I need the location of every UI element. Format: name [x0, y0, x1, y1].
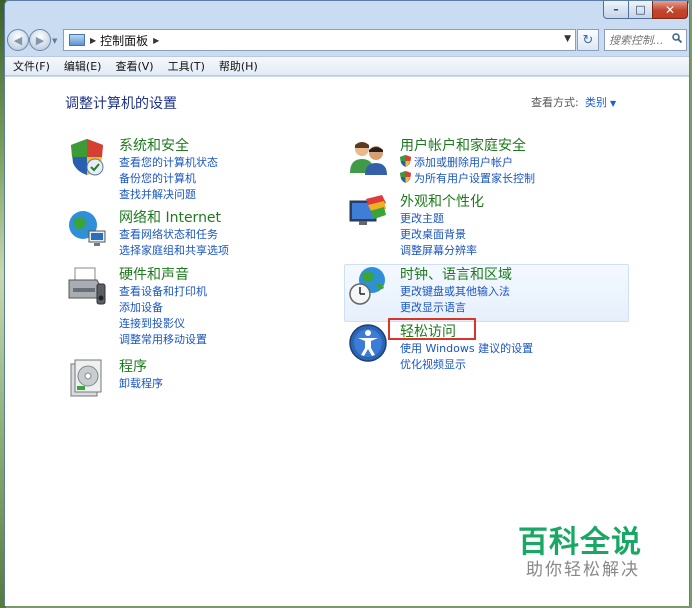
link-homegroup[interactable]: 选择家庭组和共享选项 [119, 242, 229, 258]
address-bar[interactable]: ▶ 控制面板 ▶ ▼ [63, 29, 576, 51]
category-title[interactable]: 程序 [119, 356, 147, 376]
view-by-value[interactable]: 类别 [585, 96, 607, 109]
menu-view[interactable]: 查看(V) [115, 58, 153, 74]
page-title: 调整计算机的设置 [65, 96, 177, 112]
clock-globe-icon[interactable] [348, 266, 388, 306]
recent-pages-dropdown[interactable]: ▼ [52, 37, 57, 45]
link-windows-suggested-settings[interactable]: 使用 Windows 建议的设置 [400, 340, 533, 356]
search-box[interactable] [604, 29, 687, 51]
printer-icon[interactable] [67, 266, 107, 306]
search-icon[interactable] [672, 33, 682, 43]
back-arrow-icon: ◀ [13, 33, 23, 47]
link-uninstall[interactable]: 卸载程序 [119, 375, 163, 391]
maximize-icon: □ [635, 3, 646, 16]
uac-shield-icon [400, 155, 411, 167]
network-globe-icon[interactable] [67, 209, 107, 249]
users-icon[interactable] [348, 137, 388, 177]
programs-icon[interactable] [67, 358, 107, 398]
annotation-highlight-box [388, 318, 476, 340]
link-label[interactable]: 为所有用户设置家长控制 [414, 172, 535, 185]
link-desktop-background[interactable]: 更改桌面背景 [400, 226, 466, 242]
link-backup[interactable]: 备份您的计算机 [119, 170, 196, 186]
link-label[interactable]: 添加或删除用户帐户 [414, 156, 513, 169]
menu-bar: 文件(F) 编辑(E) 查看(V) 工具(T) 帮助(H) [5, 56, 689, 76]
category-title[interactable]: 网络和 Internet [119, 207, 221, 227]
link-parental-controls[interactable]: 为所有用户设置家长控制 [400, 170, 535, 186]
uac-shield-icon [400, 171, 411, 183]
link-devices-printers[interactable]: 查看设备和打印机 [119, 283, 207, 299]
link-screen-resolution[interactable]: 调整屏幕分辨率 [400, 242, 477, 258]
breadcrumb-separator-icon[interactable]: ▶ [153, 36, 159, 45]
content-area: 调整计算机的设置 查看方式: 类别 ▼ 系统和安全 查看您的计算机状态 备份您的计… [5, 77, 689, 606]
link-optimize-video[interactable]: 优化视频显示 [400, 356, 466, 372]
link-change-keyboard[interactable]: 更改键盘或其他输入法 [400, 283, 510, 299]
view-by-label: 查看方式: [531, 96, 579, 109]
category-title[interactable]: 时钟、语言和区域 [400, 264, 512, 284]
personalization-icon[interactable] [348, 193, 388, 233]
link-add-device[interactable]: 添加设备 [119, 299, 163, 315]
menu-tools[interactable]: 工具(T) [168, 58, 205, 74]
shield-icon[interactable] [67, 137, 107, 177]
address-history-dropdown[interactable]: ▼ [564, 34, 571, 44]
close-icon: ✕ [664, 2, 676, 17]
back-button[interactable]: ◀ [7, 29, 29, 51]
link-troubleshoot[interactable]: 查找并解决问题 [119, 186, 196, 202]
control-panel-window: – □ ✕ ◀ ▶ ▼ ▶ 控制面板 ▶ ▼ ↻ 文件(F) 编辑(E) 查看(… [4, 0, 690, 606]
forward-arrow-icon: ▶ [35, 33, 45, 47]
link-mobility-settings[interactable]: 调整常用移动设置 [119, 331, 207, 347]
watermark-subtitle: 助你轻松解决 [526, 560, 640, 580]
minimize-icon: – [613, 3, 619, 16]
link-display-language[interactable]: 更改显示语言 [400, 299, 466, 315]
maximize-button[interactable]: □ [628, 1, 653, 19]
link-check-status[interactable]: 查看您的计算机状态 [119, 154, 218, 170]
close-button[interactable]: ✕ [652, 1, 688, 19]
link-add-remove-accounts[interactable]: 添加或删除用户帐户 [400, 154, 513, 170]
breadcrumb-control-panel[interactable]: 控制面板 [100, 32, 148, 49]
chevron-down-icon[interactable]: ▼ [610, 99, 616, 108]
category-title[interactable]: 外观和个性化 [400, 191, 484, 211]
category-title[interactable]: 用户帐户和家庭安全 [400, 135, 526, 155]
breadcrumb-separator-icon[interactable]: ▶ [90, 36, 96, 45]
control-panel-icon [69, 34, 85, 46]
category-title[interactable]: 硬件和声音 [119, 264, 189, 284]
link-projector[interactable]: 连接到投影仪 [119, 315, 185, 331]
refresh-icon: ↻ [582, 32, 594, 48]
search-input[interactable] [609, 33, 669, 47]
view-by-dropdown[interactable]: 类别 ▼ [585, 94, 616, 110]
navigation-bar: ◀ ▶ ▼ ▶ 控制面板 ▶ ▼ ↻ [5, 27, 689, 53]
category-title[interactable]: 系统和安全 [119, 135, 189, 155]
ease-of-access-icon[interactable] [348, 323, 388, 363]
link-network-status[interactable]: 查看网络状态和任务 [119, 226, 218, 242]
minimize-button[interactable]: – [603, 1, 629, 19]
title-bar: – □ ✕ [5, 1, 689, 25]
menu-edit[interactable]: 编辑(E) [64, 58, 102, 74]
menu-file[interactable]: 文件(F) [13, 58, 50, 74]
menu-help[interactable]: 帮助(H) [219, 58, 258, 74]
refresh-button[interactable]: ↻ [577, 29, 599, 51]
forward-button[interactable]: ▶ [29, 29, 51, 51]
link-change-theme[interactable]: 更改主题 [400, 210, 444, 226]
